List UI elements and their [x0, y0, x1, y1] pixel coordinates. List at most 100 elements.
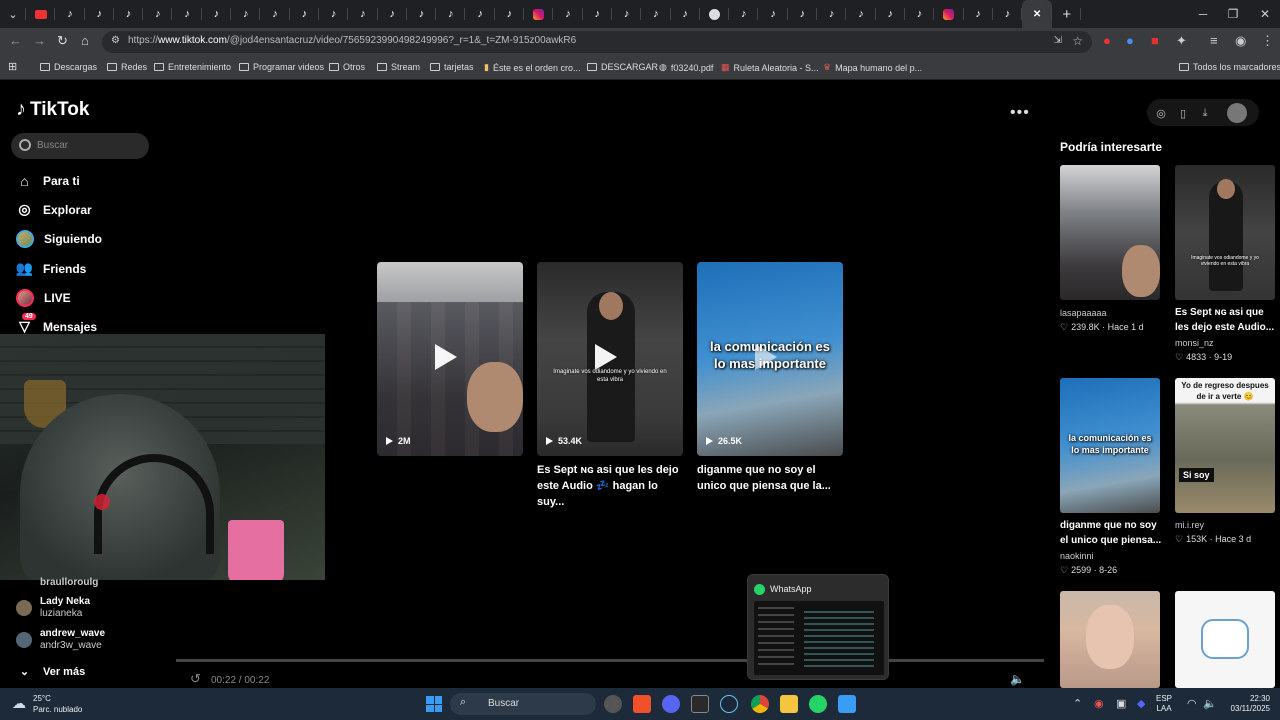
recommendation-title[interactable]: Es Sept ɴɢ asi que les dejo este Audio..…	[1175, 305, 1277, 335]
tab-instagram[interactable]	[524, 0, 554, 28]
bookmark-entretenimiento[interactable]: Entretenimiento	[154, 62, 231, 72]
tab-instagram[interactable]	[934, 0, 964, 28]
clock[interactable]: 22:30 03/11/2025	[1222, 694, 1270, 714]
tab-tiktok[interactable]: ♪	[114, 0, 144, 28]
tab-tiktok[interactable]: ♪	[143, 0, 173, 28]
whatsapp-preview[interactable]: WhatsApp	[747, 574, 889, 680]
bookmark-pdf[interactable]: ◍ f03240.pdf	[659, 62, 713, 73]
tab-tiktok[interactable]: ♪	[231, 0, 261, 28]
bookmark-otros[interactable]: Otros	[329, 62, 365, 72]
tab-tiktok[interactable]: ♪	[612, 0, 642, 28]
download-icon[interactable]: ⤓	[1197, 105, 1213, 121]
close-tab-icon[interactable]: ✕	[1033, 9, 1041, 20]
discord-icon[interactable]	[662, 695, 680, 713]
recommendation-thumbnail[interactable]	[1060, 165, 1160, 300]
tab-tiktok[interactable]: ♪	[788, 0, 818, 28]
tab-tiktok[interactable]: ♪	[290, 0, 320, 28]
tab-tiktok[interactable]: ♪	[758, 0, 789, 28]
minimize-button[interactable]: ─	[1188, 0, 1218, 28]
taskview-icon[interactable]	[604, 695, 622, 713]
recommendation-thumbnail[interactable]: Imaginate vos odiandome y yo viviendo en…	[1175, 165, 1275, 300]
tab-tiktok[interactable]: ♪	[407, 0, 437, 28]
tab-tiktok[interactable]: ♪	[846, 0, 876, 28]
video-card[interactable]: la comunicación es lo mas importante 26.…	[697, 262, 843, 456]
video-title[interactable]: Es Sept ɴɢ asi que les dejo este Audio 💤…	[537, 462, 687, 510]
wifi-icon[interactable]: ◠	[1187, 697, 1197, 710]
tray-icon[interactable]: ◉	[1094, 697, 1104, 710]
video-card[interactable]: 2M	[377, 262, 523, 456]
bookmark-star-icon[interactable]: ☆	[1072, 34, 1083, 48]
bookmark-all[interactable]: Todos los marcadores	[1179, 62, 1280, 72]
tab-tiktok[interactable]: ♪	[993, 0, 1023, 28]
tab-tiktok[interactable]: ♪	[260, 0, 290, 28]
url-input[interactable]: ⚙ https://www.tiktok.com/@jod4ensantacru…	[102, 31, 1092, 53]
tab-tiktok[interactable]: ♪	[348, 0, 378, 28]
tab-tiktok[interactable]: ♪	[319, 0, 349, 28]
tray-icon[interactable]: ▣	[1116, 697, 1126, 710]
extension-icon[interactable]: ●	[1103, 33, 1111, 48]
bookmark-descargas[interactable]: Descargas	[40, 62, 97, 72]
recommendation-user[interactable]: lasapaaaaa	[1060, 306, 1107, 320]
tab-youtube[interactable]	[26, 0, 56, 28]
tab-tiktok[interactable]: ♪	[202, 0, 232, 28]
tab-tiktok[interactable]: ♪	[641, 0, 671, 28]
more-options-icon[interactable]: •••	[1010, 104, 1030, 122]
recommendation-title[interactable]: diganme que no soy el unico que piensa..…	[1060, 518, 1162, 548]
nav-siguiendo[interactable]: Siguiendo	[16, 230, 102, 248]
profile-avatar[interactable]	[1227, 103, 1247, 123]
bookmark-ruleta[interactable]: ▦ Ruleta Aleatoria - S...	[721, 62, 819, 73]
new-tab-button[interactable]: +	[1052, 0, 1082, 28]
tab-tiktok[interactable]: ♪	[671, 0, 701, 28]
language-indicator[interactable]: ESP LAA	[1156, 694, 1172, 714]
tab-tiktok[interactable]: ♪	[817, 0, 847, 28]
taskbar-search[interactable]: ⌕ Buscar	[450, 693, 596, 715]
bookmark-descargar[interactable]: DESCARGAR	[587, 62, 658, 72]
bookmark-redes[interactable]: Redes	[107, 62, 147, 72]
following-account[interactable]: Lady Neka luzianeka	[16, 596, 90, 620]
back-icon[interactable]: ←	[9, 33, 22, 48]
bookmark-stream[interactable]: Stream	[377, 62, 420, 72]
see-more-button[interactable]: ⌄ Ver más	[16, 663, 85, 680]
tab-tiktok-active[interactable]: ✕	[1022, 0, 1053, 28]
tab-tiktok[interactable]: ♪	[55, 0, 85, 28]
recommendation-thumbnail[interactable]: la comunicación es lo mas importante	[1060, 378, 1160, 513]
tab-list-button[interactable]: ⌄	[0, 0, 26, 28]
tab-tiktok[interactable]: ♪	[172, 0, 203, 28]
steam-icon[interactable]	[720, 695, 738, 713]
brave-icon[interactable]	[633, 695, 651, 713]
windows-start-icon[interactable]	[426, 696, 442, 712]
bookmark-tarjetas[interactable]: tarjetas	[430, 62, 474, 72]
nav-friends[interactable]: 👥 Friends	[16, 260, 87, 277]
whatsapp-taskbar-icon[interactable]	[809, 695, 827, 713]
chrome-icon[interactable]	[751, 695, 769, 713]
search-input[interactable]: Buscar	[11, 133, 149, 159]
menu-icon[interactable]: ⋮	[1261, 33, 1274, 49]
epic-games-icon[interactable]	[691, 695, 709, 713]
app-icon[interactable]	[838, 695, 856, 713]
tray-chevron-icon[interactable]: ⌃	[1073, 697, 1082, 710]
tab-tiktok[interactable]: ♪	[553, 0, 583, 28]
replay-icon[interactable]: ↺	[190, 671, 201, 687]
home-icon[interactable]: ⌂	[81, 33, 89, 48]
tab-tiktok[interactable]: ♪	[378, 0, 408, 28]
nav-mensajes[interactable]: ▽ 49 Mensajes	[16, 313, 97, 335]
recommendation-thumbnail[interactable]: Yo de regreso despues de ir a verte 😊 Si…	[1175, 378, 1275, 513]
recommendation-user[interactable]: mi.i.rey	[1175, 518, 1204, 532]
device-icon[interactable]: ▯	[1175, 105, 1191, 121]
bookmark-mapa[interactable]: ♛ Mapa humano del p...	[823, 62, 922, 73]
volume-tray-icon[interactable]: 🔈	[1203, 697, 1217, 710]
tab-tiktok[interactable]: ♪	[905, 0, 935, 28]
following-account-partial[interactable]: braulloroulg	[16, 577, 98, 589]
nav-live[interactable]: LIVE	[16, 289, 71, 307]
install-app-icon[interactable]: ⇲	[1054, 35, 1062, 46]
extension-icon[interactable]: ■	[1151, 33, 1159, 48]
tiktok-logo[interactable]: ♪ TikTok	[16, 98, 89, 121]
extensions-puzzle-icon[interactable]: ✦	[1176, 33, 1187, 49]
file-explorer-icon[interactable]	[780, 695, 798, 713]
video-progress-bar[interactable]	[176, 659, 1044, 662]
video-card[interactable]: Imaginate vos odiandome y yo viviendo en…	[537, 262, 683, 456]
close-window-button[interactable]: ✕	[1250, 0, 1280, 28]
reload-icon[interactable]: ↻	[57, 33, 68, 49]
bookmark-programar-videos[interactable]: Programar videos	[239, 62, 324, 72]
recommendation-thumbnail[interactable]	[1175, 591, 1275, 688]
